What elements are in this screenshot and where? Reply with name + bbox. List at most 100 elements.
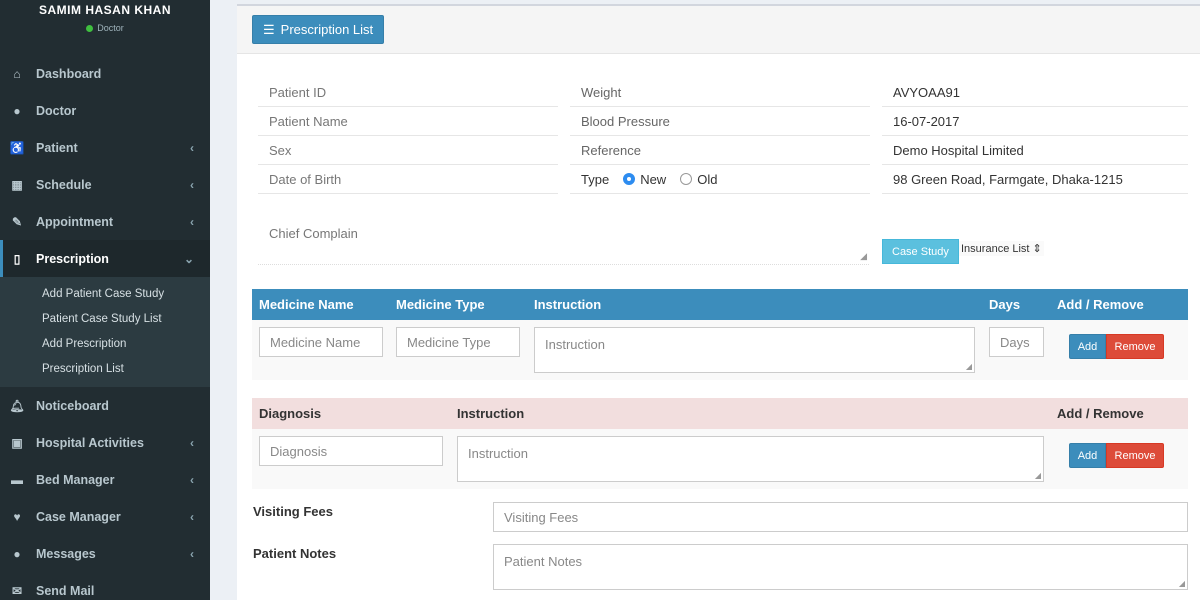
patient-name-field[interactable]: Patient Name [258,107,558,136]
sex-field[interactable]: Sex [258,136,558,165]
diagnosis-input[interactable]: Diagnosis [259,436,443,466]
sidebar-item-messages[interactable]: ● Messages ‹ [0,535,210,572]
resize-grip-icon[interactable]: ◢ [1179,579,1185,588]
sidebar-item-label: Messages [36,546,96,561]
weight-field[interactable]: Weight [570,78,870,107]
instruction-textarea[interactable]: Instruction ◢ [534,327,975,373]
instruction-placeholder: Instruction [468,446,528,461]
add-medicine-button[interactable]: Add [1069,334,1106,359]
radio-selected-icon[interactable] [623,173,636,185]
sidebar-item-prescription[interactable]: ▯ Prescription ⌄ [0,240,210,277]
chevron-left-icon: ‹ [190,177,194,192]
list-icon: ☰ [263,21,275,37]
sidebar-item-label: Prescription [36,251,109,266]
resize-grip-icon[interactable]: ◢ [966,362,972,371]
type-option-new[interactable]: New [623,172,666,187]
hospital-address-value: 98 Green Road, Farmgate, Dhaka-1215 [882,165,1188,194]
medicine-type-input[interactable]: Medicine Type [396,327,520,357]
select-arrows-icon: ⇕ [1032,243,1042,255]
instruction-placeholder: Instruction [545,337,605,352]
insurance-list-select[interactable]: Insurance List ⇕ [959,241,1044,256]
date-of-birth-field[interactable]: Date of Birth [258,165,558,194]
case-study-button[interactable]: Case Study [882,239,959,264]
patient-type-radio-group: Type New Old [570,165,870,194]
sidebar-item-noticeboard[interactable]: 🔔︎ Noticeboard [0,387,210,424]
sidebar-item-appointment[interactable]: ✎ Appointment ‹ [0,203,210,240]
submenu-item-add-prescription[interactable]: Add Prescription [0,331,210,356]
wheelchair-icon: ♿ [9,140,25,155]
reference-field[interactable]: Reference [570,136,870,165]
add-diagnosis-button[interactable]: Add [1069,443,1106,468]
prescription-list-button[interactable]: ☰ Prescription List [252,15,385,44]
sidebar-item-case-manager[interactable]: ♥ Case Manager ‹ [0,498,210,535]
user-role: Doctor [0,23,210,33]
medicine-name-input[interactable]: Medicine Name [259,327,383,357]
patient-notes-label: Patient Notes [253,546,337,561]
prescription-submenu: Add Patient Case Study Patient Case Stud… [0,277,210,387]
user-panel: SAMIM HASAN KHAN Doctor [0,0,210,45]
column-header-medicine-type: Medicine Type [396,297,485,312]
comments-icon: ● [13,546,21,561]
sidebar-item-dashboard[interactable]: ⌂ Dashboard [0,55,210,92]
type-option-label: Old [697,171,718,187]
visiting-fees-input[interactable]: Visiting Fees [493,502,1188,532]
sidebar-item-doctor[interactable]: ● Doctor [0,92,210,129]
column-header-add-remove: Add / Remove [1057,297,1144,312]
prescription-form-box: ☰ Prescription List Patient ID Weight AV… [237,4,1200,600]
patient-notes-placeholder: Patient Notes [504,554,583,569]
days-input[interactable]: Days [989,327,1044,357]
radio-unselected-icon[interactable] [680,173,693,185]
chief-complain-textarea[interactable]: Chief Complain ◢ [258,216,869,265]
column-header-add-remove: Add / Remove [1057,406,1144,421]
sidebar-item-send-mail[interactable]: ✉ Send Mail [0,572,210,600]
sidebar-item-patient[interactable]: ♿ Patient ‹ [0,129,210,166]
book-icon: ▯ [13,251,21,266]
diagnosis-instruction-textarea[interactable]: Instruction ◢ [457,436,1044,482]
date-value: 16-07-2017 [882,107,1188,136]
insurance-select-label: Insurance List [961,243,1030,255]
column-header-instruction: Instruction [457,406,525,421]
user-md-icon: ● [13,103,21,118]
sidebar-item-label: Hospital Activities [36,435,144,450]
column-header-instruction: Instruction [534,297,602,312]
submenu-item-patient-case-study-list[interactable]: Patient Case Study List [0,306,210,331]
remove-diagnosis-button[interactable]: Remove [1106,443,1164,468]
sidebar: SAMIM HASAN KHAN Doctor ⌂ Dashboard ● Do… [0,0,210,600]
chevron-left-icon: ‹ [190,435,194,450]
medicine-table-header: Medicine Name Medicine Type Instruction … [252,289,1188,320]
sidebar-item-hospital-activities[interactable]: ▣ Hospital Activities ‹ [0,424,210,461]
sidebar-item-schedule[interactable]: ▦ Schedule ‹ [0,166,210,203]
column-header-days: Days [989,297,1021,312]
remove-medicine-button[interactable]: Remove [1106,334,1164,359]
chief-complain-placeholder: Chief Complain [269,226,358,241]
info-row: Patient ID Weight AVYOAA91 [258,78,1188,107]
submenu-item-prescription-list[interactable]: Prescription List [0,356,210,381]
envelope-icon: ✉ [11,583,23,598]
chevron-left-icon: ‹ [190,214,194,229]
bell-icon: 🔔︎ [9,398,25,413]
calendar-icon: ▦ [11,177,23,192]
sidebar-item-label: Send Mail [36,583,95,598]
patient-notes-textarea[interactable]: Patient Notes ◢ [493,544,1188,590]
sidebar-item-label: Appointment [36,214,114,229]
submenu-item-add-patient-case-study[interactable]: Add Patient Case Study [0,281,210,306]
type-option-old[interactable]: Old [680,172,717,187]
medicine-table-row: Medicine Name Medicine Type Instruction … [252,320,1188,380]
sidebar-menu: ⌂ Dashboard ● Doctor ♿ Patient ‹ ▦ Sched… [0,55,210,600]
sidebar-submenu-wrapper: Add Patient Case Study Patient Case Stud… [0,277,210,387]
hospital-name-value: Demo Hospital Limited [882,136,1188,165]
chevron-left-icon: ‹ [190,140,194,155]
chevron-left-icon: ‹ [190,472,194,487]
resize-grip-icon[interactable]: ◢ [860,251,867,262]
bed-icon: ▬ [11,472,23,487]
resize-grip-icon[interactable]: ◢ [1035,471,1041,480]
sidebar-item-bed-manager[interactable]: ▬ Bed Manager ‹ [0,461,210,498]
patient-id-field[interactable]: Patient ID [258,78,558,107]
sidebar-item-label: Patient [36,140,78,155]
edit-icon: ✎ [11,214,23,229]
info-row: Patient Name Blood Pressure 16-07-2017 [258,107,1188,136]
box-header: ☰ Prescription List [237,6,1200,54]
heartbeat-icon: ♥ [13,509,21,524]
sidebar-item-label: Bed Manager [36,472,115,487]
blood-pressure-field[interactable]: Blood Pressure [570,107,870,136]
